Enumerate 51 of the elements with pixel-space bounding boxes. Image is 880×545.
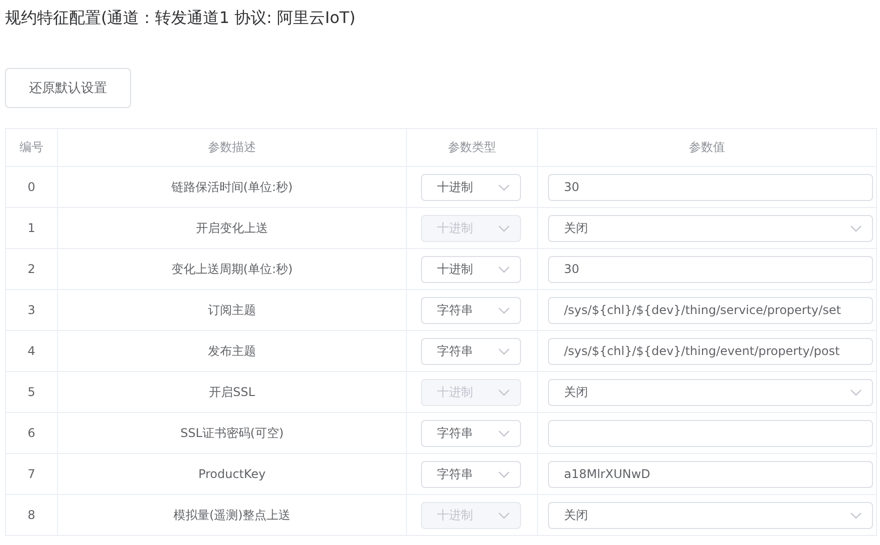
type-select[interactable]: 字符串 (421, 338, 521, 364)
table-cell: 5 (6, 372, 58, 412)
chevron-down-icon (498, 306, 510, 314)
chevron-down-icon (498, 266, 510, 272)
value-select[interactable]: 关闭 (548, 214, 873, 242)
table-cell: 开启变化上送 (58, 208, 406, 248)
table-cell: 变化上送周期(单位:秒) (58, 248, 406, 290)
chevron-down-icon (850, 512, 862, 518)
value-select[interactable]: 关闭 (548, 502, 873, 528)
type-select[interactable]: 字符串 (421, 460, 521, 488)
table-cell: 发布主题 (58, 330, 406, 372)
chevron-down-icon (498, 512, 510, 518)
type-select[interactable]: 字符串 (421, 296, 521, 324)
chevron-down-icon (498, 184, 510, 190)
table-cell: 7 (6, 454, 58, 494)
chevron-down-icon (498, 430, 510, 436)
table-cell: 模拟量(遥测)整点上送 (58, 494, 406, 536)
value-input-field[interactable] (548, 420, 873, 446)
table-cell: 链路保活时间(单位:秒) (58, 166, 406, 208)
column-header: 参数类型 (406, 128, 538, 166)
chevron-down-icon (498, 224, 510, 232)
type-select[interactable]: 十进制 (421, 174, 521, 200)
value-input-field[interactable]: 30 (548, 256, 873, 282)
restore-defaults-button[interactable]: 还原默认设置 (5, 68, 131, 108)
column-header: 编号 (6, 128, 58, 166)
value-input-field[interactable]: /sys/${chl}/${dev}/thing/event/property/post (548, 338, 873, 364)
type-select[interactable]: 十进制 (421, 256, 521, 282)
type-select[interactable]: 字符串 (421, 420, 521, 446)
table-cell: 订阅主题 (58, 290, 406, 330)
table-cell: 6 (6, 412, 58, 454)
column-header: 参数描述 (58, 128, 406, 166)
value-input-field[interactable]: 30 (548, 174, 873, 200)
chevron-down-icon (498, 388, 510, 396)
page-title: 规约特征配置(通道：转发通道1 协议: 阿里云IoT) (5, 7, 357, 29)
table-cell: 8 (6, 494, 58, 536)
table-cell: 开启SSL (58, 372, 406, 412)
table-cell: 1 (6, 208, 58, 248)
table-cell: 2 (6, 248, 58, 290)
table-cell: SSL证书密码(可空) (58, 412, 406, 454)
column-header: 参数值 (538, 128, 876, 166)
table-cell: 0 (6, 166, 58, 208)
chevron-down-icon (850, 388, 862, 396)
chevron-down-icon (850, 224, 862, 232)
value-input-field[interactable]: /sys/${chl}/${dev}/thing/service/property/set (548, 296, 873, 324)
chevron-down-icon (498, 348, 510, 354)
table-cell: 3 (6, 290, 58, 330)
value-input-field[interactable]: a18MlrXUNwD (548, 460, 873, 488)
chevron-down-icon (498, 470, 510, 478)
table-cell: ProductKey (58, 454, 406, 494)
table-cell: 4 (6, 330, 58, 372)
value-select[interactable]: 关闭 (548, 378, 873, 406)
